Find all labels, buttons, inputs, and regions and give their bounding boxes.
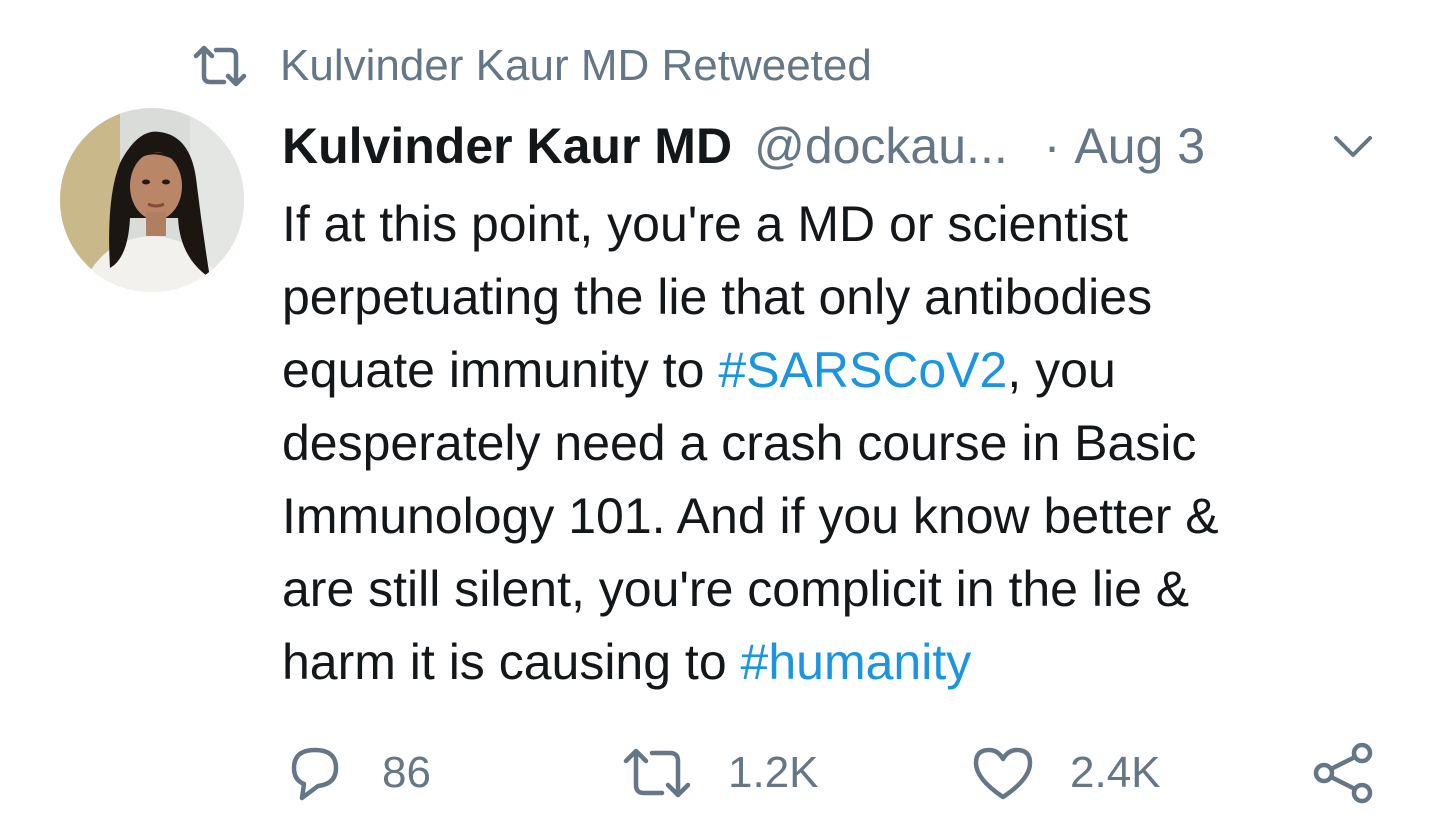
tweet-text-line: desperately need a crash course in Basic xyxy=(282,415,1197,471)
author-handle[interactable]: @dockau... xyxy=(754,117,1008,175)
separator-dot: · xyxy=(1043,118,1061,174)
like-button[interactable]: 2.4K xyxy=(972,738,1161,808)
tweet-text-line: Immunology 101. And if you know better & xyxy=(282,488,1219,544)
tweet-card[interactable]: Kulvinder Kaur MD Retweeted Kulvinder Ka… xyxy=(0,0,1439,826)
hashtag-humanity[interactable]: #humanity xyxy=(741,634,972,690)
retweet-count: 1.2K xyxy=(728,748,819,797)
avatar-image xyxy=(60,108,244,292)
retweet-icon xyxy=(622,745,692,801)
tweet-text-segment: equate immunity to xyxy=(282,342,719,398)
tweet-date[interactable]: Aug 3 xyxy=(1074,117,1205,175)
tweet-text: If at this point, you're a MD or scienti… xyxy=(282,188,1402,699)
reply-icon xyxy=(284,742,346,804)
tweet-header: Kulvinder Kaur MD @dockau... · Aug 3 xyxy=(282,116,1382,176)
reply-count: 86 xyxy=(382,748,431,797)
share-button[interactable] xyxy=(1310,738,1376,808)
retweet-button[interactable]: 1.2K xyxy=(622,738,819,808)
tweet-text-line: perpetuating the lie that only antibodie… xyxy=(282,269,1153,325)
chevron-down-icon[interactable] xyxy=(1330,128,1376,164)
retweet-banner: Kulvinder Kaur MD Retweeted xyxy=(192,38,872,94)
tweet-text-line: are still silent, you're complicit in th… xyxy=(282,561,1190,617)
reply-button[interactable]: 86 xyxy=(284,738,431,808)
tweet-text-line: equate immunity to #SARSCoV2, you xyxy=(282,334,1402,407)
tweet-text-segment: , you xyxy=(1007,342,1116,398)
tweet-text-line: harm it is causing to #humanity xyxy=(282,626,1402,699)
retweet-banner-text[interactable]: Kulvinder Kaur MD Retweeted xyxy=(280,41,872,91)
retweet-icon xyxy=(192,44,248,88)
share-icon xyxy=(1310,740,1376,806)
like-count: 2.4K xyxy=(1070,748,1161,797)
author-name[interactable]: Kulvinder Kaur MD xyxy=(282,117,732,175)
tweet-actions-bar: 86 1.2K 2.4K xyxy=(0,738,1439,808)
tweet-text-segment: harm it is causing to xyxy=(282,634,741,690)
heart-icon xyxy=(972,745,1034,801)
hashtag-sarscov2[interactable]: #SARSCoV2 xyxy=(718,342,1007,398)
profile-avatar[interactable] xyxy=(60,108,244,292)
tweet-text-line: If at this point, you're a MD or scienti… xyxy=(282,196,1128,252)
